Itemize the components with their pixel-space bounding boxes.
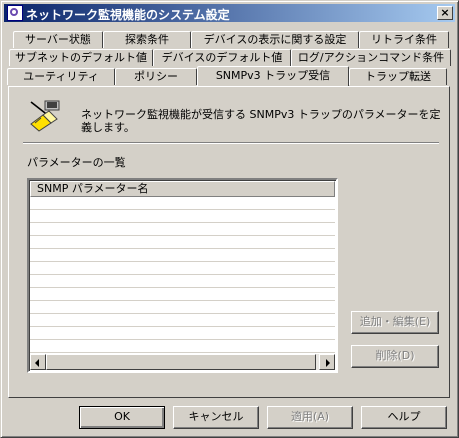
list-row-empty[interactable] <box>30 301 335 314</box>
list-row-empty[interactable] <box>30 275 335 288</box>
column-header-snmp-parameter-name[interactable]: SNMP パラメーター名 <box>30 181 335 197</box>
list-row-empty[interactable] <box>30 210 335 223</box>
tab-discovery-conditions[interactable]: 探索条件 <box>103 31 191 48</box>
add-edit-button[interactable]: 追加・編集(E) <box>351 311 439 334</box>
delete-button[interactable]: 削除(D) <box>351 345 439 368</box>
plug-connector-icon <box>30 100 60 132</box>
cancel-button[interactable]: キャンセル <box>173 406 259 429</box>
scrollbar-thumb[interactable] <box>46 354 316 370</box>
scroll-right-arrow-icon[interactable] <box>319 354 335 370</box>
title-bar[interactable]: ネットワーク監視機能のシステム設定 × <box>4 4 455 22</box>
tab-log-action-commands[interactable]: ログ/アクションコマンド条件 <box>291 49 451 66</box>
tab-trap-forwarding[interactable]: トラップ転送 <box>349 68 447 85</box>
tab-device-display-settings[interactable]: デバイスの表示に関する設定 <box>191 31 359 48</box>
close-button[interactable]: × <box>437 6 453 20</box>
tab-device-defaults[interactable]: デバイスのデフォルト値 <box>153 49 291 66</box>
list-row-empty[interactable] <box>30 262 335 275</box>
separator <box>23 142 439 144</box>
list-row-empty[interactable] <box>30 314 335 327</box>
panel-description: ネットワーク監視機能が受信する SNMPv3 トラップのパラメーターを定義します… <box>81 108 441 134</box>
apply-button[interactable]: 適用(A) <box>267 406 353 429</box>
window-title: ネットワーク監視機能のシステム設定 <box>26 8 230 22</box>
tab-subnet-defaults[interactable]: サブネットのデフォルト値 <box>9 49 153 66</box>
list-row-empty[interactable] <box>30 223 335 236</box>
list-row-empty[interactable] <box>30 249 335 262</box>
tab-snmpv3-trap-receive[interactable]: SNMPv3 トラップ受信 <box>197 66 349 86</box>
settings-dialog: ネットワーク監視機能のシステム設定 × サーバー状態 探索条件 デバイスの表示に… <box>0 0 459 438</box>
list-row-empty[interactable] <box>30 288 335 301</box>
parameter-list-title: パラメーターの一覧 <box>27 156 126 169</box>
list-row-empty[interactable] <box>30 197 335 210</box>
tab-retry-conditions[interactable]: リトライ条件 <box>359 31 449 48</box>
list-row-empty[interactable] <box>30 340 335 353</box>
tab-server-status[interactable]: サーバー状態 <box>13 31 103 48</box>
ok-button[interactable]: OK <box>79 406 165 429</box>
app-icon <box>7 5 23 21</box>
help-button[interactable]: ヘルプ <box>361 406 447 429</box>
horizontal-scrollbar[interactable] <box>30 354 335 370</box>
list-rows[interactable] <box>30 197 335 355</box>
tab-policy[interactable]: ポリシー <box>115 68 197 85</box>
tab-utility[interactable]: ユーティリティ <box>7 68 115 85</box>
list-row-empty[interactable] <box>30 236 335 249</box>
snmp-parameter-list[interactable]: SNMP パラメーター名 <box>27 178 338 373</box>
scroll-left-arrow-icon[interactable] <box>30 354 46 370</box>
list-row-empty[interactable] <box>30 327 335 340</box>
